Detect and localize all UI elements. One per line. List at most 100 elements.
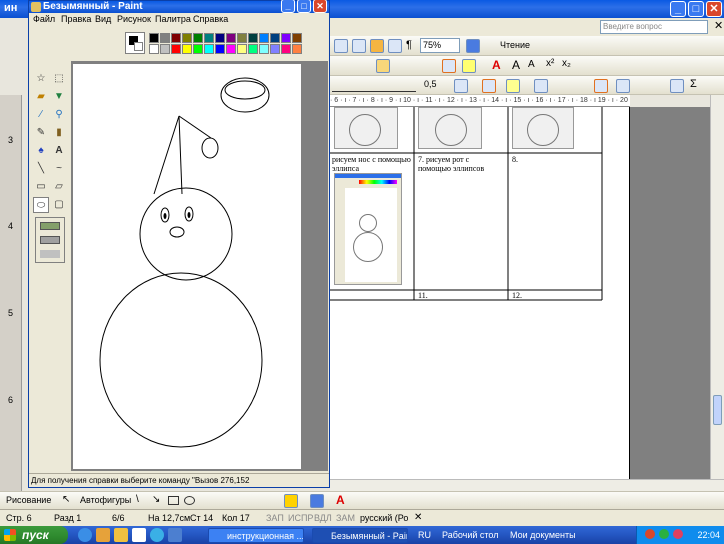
color-swatch[interactable] [204, 44, 214, 54]
color-swatch[interactable] [248, 44, 258, 54]
minimize-icon[interactable]: _ [670, 1, 686, 17]
font-color-icon[interactable]: A [492, 58, 501, 72]
color-swatch[interactable] [160, 44, 170, 54]
color-swatch[interactable] [237, 33, 247, 43]
color-swatch[interactable] [193, 33, 203, 43]
language-indicator[interactable]: RU [418, 530, 431, 540]
color-swatch[interactable] [226, 44, 236, 54]
fill-color-icon[interactable] [284, 494, 298, 508]
maximize-icon[interactable]: □ [688, 1, 704, 17]
mydocs-toolbar[interactable]: Мои документы [510, 530, 576, 540]
color-swatch[interactable] [259, 33, 269, 43]
zoom-select[interactable]: 75% [420, 38, 460, 53]
autoshapes-button[interactable]: Автофигуры [80, 495, 131, 505]
vertical-scrollbar[interactable] [710, 95, 724, 479]
draw-menu-button[interactable]: Рисование [6, 495, 51, 505]
color-swatch[interactable] [171, 44, 181, 54]
rectangle-icon[interactable]: ▭ [33, 179, 49, 195]
tool-options[interactable] [35, 217, 65, 263]
color-swatch[interactable] [226, 33, 236, 43]
color-swatch[interactable] [204, 33, 214, 43]
color-swatch[interactable] [259, 44, 269, 54]
arrow-tool-icon[interactable]: ↘ [152, 494, 160, 505]
color-swatch[interactable] [292, 44, 302, 54]
pilcrow-icon[interactable]: ¶ [406, 39, 412, 51]
status-ext[interactable]: ВДЛ [314, 513, 332, 523]
text-color-icon[interactable]: A [336, 493, 345, 507]
drawing-canvas[interactable] [73, 64, 301, 469]
color-swatch[interactable] [182, 44, 192, 54]
columns-icon[interactable] [352, 39, 366, 53]
drawing-icon[interactable] [370, 39, 384, 53]
status-ovr[interactable]: ЗАМ [336, 513, 355, 523]
taskbar-paint-button[interactable]: Безымянный - Paint [312, 528, 408, 543]
menu-edit[interactable]: Правка [61, 14, 91, 24]
rounded-rect-icon[interactable]: ▢ [51, 197, 67, 213]
autosum-icon[interactable]: Σ [690, 78, 697, 90]
border-icon[interactable] [442, 59, 456, 73]
select-objects-icon[interactable]: ↖ [62, 494, 70, 505]
tray-icon[interactable] [673, 529, 683, 539]
magnifier-icon[interactable]: ⚲ [51, 107, 67, 123]
align-icon[interactable] [376, 59, 390, 73]
free-select-icon[interactable]: ☆ [33, 71, 49, 87]
color-swatch[interactable] [281, 33, 291, 43]
pencil-icon[interactable]: ✎ [33, 125, 49, 141]
eraser-icon[interactable]: ▰ [33, 89, 49, 105]
status-trk[interactable]: ИСПР [288, 513, 313, 523]
document-page[interactable]: рисуем нос с помощью эллипса 7. рисуем р… [330, 107, 630, 479]
color-swatch[interactable] [281, 44, 291, 54]
color-swatch[interactable] [215, 44, 225, 54]
menu-view[interactable]: Вид [95, 14, 111, 24]
line-tool-icon[interactable]: \ [136, 494, 139, 505]
menu-colors[interactable]: Палитра [155, 14, 191, 24]
borders-icon[interactable] [482, 79, 496, 93]
color-swatch[interactable] [270, 33, 280, 43]
superscript-icon[interactable]: x² [546, 58, 554, 69]
ellipse-icon[interactable]: ⬭ [33, 197, 49, 213]
media-icon[interactable] [150, 528, 164, 542]
help-icon[interactable] [466, 39, 480, 53]
text-icon[interactable]: A [51, 143, 67, 159]
desktop-toolbar[interactable]: Рабочий стол [442, 530, 499, 540]
color-swatch[interactable] [171, 33, 181, 43]
oval-tool-icon[interactable] [184, 496, 195, 505]
rectangle-tool-icon[interactable] [168, 496, 179, 505]
color-swatch[interactable] [160, 33, 170, 43]
close-doc-icon[interactable]: ✕ [714, 19, 723, 32]
highlight-icon[interactable] [462, 59, 476, 73]
polygon-icon[interactable]: ▱ [51, 179, 67, 195]
color-swatch[interactable] [149, 44, 159, 54]
line-icon[interactable]: ╲ [33, 161, 49, 177]
read-button[interactable]: Чтение [500, 40, 530, 50]
insert-table-icon[interactable] [534, 79, 548, 93]
color-swatch[interactable] [237, 44, 247, 54]
menu-help[interactable]: Справка [193, 14, 228, 24]
fill-icon[interactable]: ▼ [51, 89, 67, 105]
ie-icon[interactable] [78, 528, 92, 542]
color-swatch[interactable] [215, 33, 225, 43]
help-search-input[interactable]: Введите вопрос [600, 20, 708, 34]
scrollbar-thumb[interactable] [713, 395, 722, 425]
minimize-icon[interactable]: _ [281, 0, 295, 13]
shading-icon[interactable] [506, 79, 520, 93]
close-icon[interactable]: ✕ [313, 0, 327, 13]
table-icon[interactable] [334, 39, 348, 53]
outlook-icon[interactable] [96, 528, 110, 542]
tray-icon[interactable] [659, 529, 669, 539]
border-color-icon[interactable] [454, 79, 468, 93]
color-swatch[interactable] [182, 33, 192, 43]
line-width-select[interactable]: 0,5 [424, 79, 437, 89]
paint-title-bar[interactable]: Безымянный - Paint _ □ ✕ [29, 0, 329, 13]
maximize-icon[interactable]: □ [297, 0, 311, 13]
color-swatch[interactable] [270, 44, 280, 54]
picker-icon[interactable]: ∕ [33, 107, 49, 123]
grow-font-icon[interactable]: A [512, 58, 520, 72]
color-swatch[interactable] [292, 33, 302, 43]
airbrush-icon[interactable]: ♠ [33, 143, 49, 159]
folder-icon[interactable] [114, 528, 128, 542]
status-rec[interactable]: ЗАП [266, 513, 284, 523]
tray-icon[interactable] [645, 529, 655, 539]
taskbar-word-button[interactable]: инструкционная ... [208, 528, 304, 543]
color-swatch[interactable] [193, 44, 203, 54]
